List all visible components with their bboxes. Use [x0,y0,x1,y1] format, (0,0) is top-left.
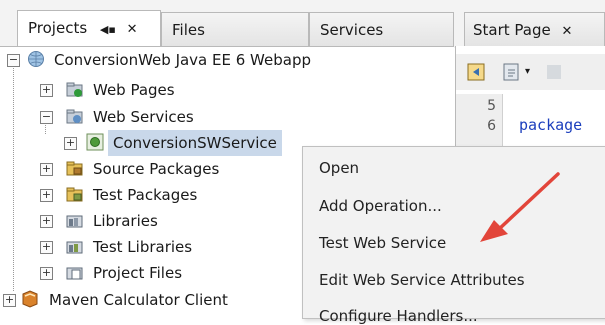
menu-item-open[interactable]: Open [319,159,359,177]
tab-start-page[interactable]: Start Page ✕ [464,12,605,48]
menu-item-add-operation[interactable]: Add Operation... [319,197,442,215]
annotation-arrow-icon [480,172,560,242]
tree-node-root[interactable]: − ConversionWeb Java EE 6 Webapp [0,47,454,73]
line-number: 6 [487,118,496,134]
tree-node-label: Web Pages [93,81,175,99]
tab-files[interactable]: Files [161,12,309,48]
tree-node-label: Test Packages [93,186,198,204]
expand-toggle[interactable]: + [40,189,53,202]
expand-toggle[interactable]: + [3,294,16,307]
web-service-icon [86,133,104,151]
tab-start-page-label: Start Page [473,21,551,39]
tree-node-label: Test Libraries [93,238,193,256]
expand-toggle[interactable]: + [40,241,53,254]
editor-toolbar: ▾ [456,54,605,90]
close-icon[interactable]: ✕ [562,24,573,39]
tab-bar: Projects ◀▪ ✕ Files Services Start Page … [0,0,605,50]
tree-node-label: Project Files [93,264,183,282]
project-files-icon [66,267,83,280]
tab-projects[interactable]: Projects ◀▪ ✕ [17,10,161,50]
folder-services-icon [66,109,83,124]
folder-web-icon [66,82,83,97]
menu-item-edit-attributes[interactable]: Edit Web Service Attributes [319,271,525,289]
tree-node-label: Web Services [93,108,194,126]
close-icon[interactable]: ✕ [127,22,138,37]
menu-item-configure-handlers[interactable]: Configure Handlers... [319,307,478,325]
tree-node-label: Maven Calculator Client [49,291,228,309]
tab-services[interactable]: Services [309,12,454,48]
tree-node-label: Libraries [93,212,158,230]
line-number: 5 [487,98,496,114]
tree-node-label: Source Packages [93,160,220,178]
package-folder-icon [66,161,83,176]
collapse-toggle[interactable]: − [40,111,53,124]
expand-toggle[interactable]: + [40,84,53,97]
tab-files-label: Files [172,21,205,39]
test-package-folder-icon [66,187,83,202]
tab-projects-label: Projects [28,19,88,37]
chevron-down-icon[interactable]: ▾ [525,66,530,77]
tree-node-web-services[interactable]: − Web Services [0,104,454,130]
libraries-icon [66,215,83,228]
expand-toggle[interactable]: + [40,215,53,228]
code-keyword: package [519,116,583,134]
tab-services-label: Services [320,21,384,39]
back-navigation-icon[interactable] [466,62,486,82]
test-libraries-icon [66,241,83,254]
collapse-toggle[interactable]: − [7,54,20,67]
expand-toggle[interactable]: + [64,137,77,150]
menu-item-test-web-service[interactable]: Test Web Service [319,234,446,252]
web-project-globe-icon [28,51,44,67]
tree-node-web-pages[interactable]: + Web Pages [0,77,454,103]
tree-node-label: ConversionWeb Java EE 6 Webapp [54,51,311,69]
history-icon[interactable] [502,62,522,82]
minimize-icon[interactable]: ◀▪ [100,23,116,36]
expand-toggle[interactable]: + [40,163,53,176]
tool-icon[interactable] [544,62,564,82]
expand-toggle[interactable]: + [40,267,53,280]
maven-project-icon [22,290,38,308]
tree-node-label: ConversionSWService [108,130,282,156]
